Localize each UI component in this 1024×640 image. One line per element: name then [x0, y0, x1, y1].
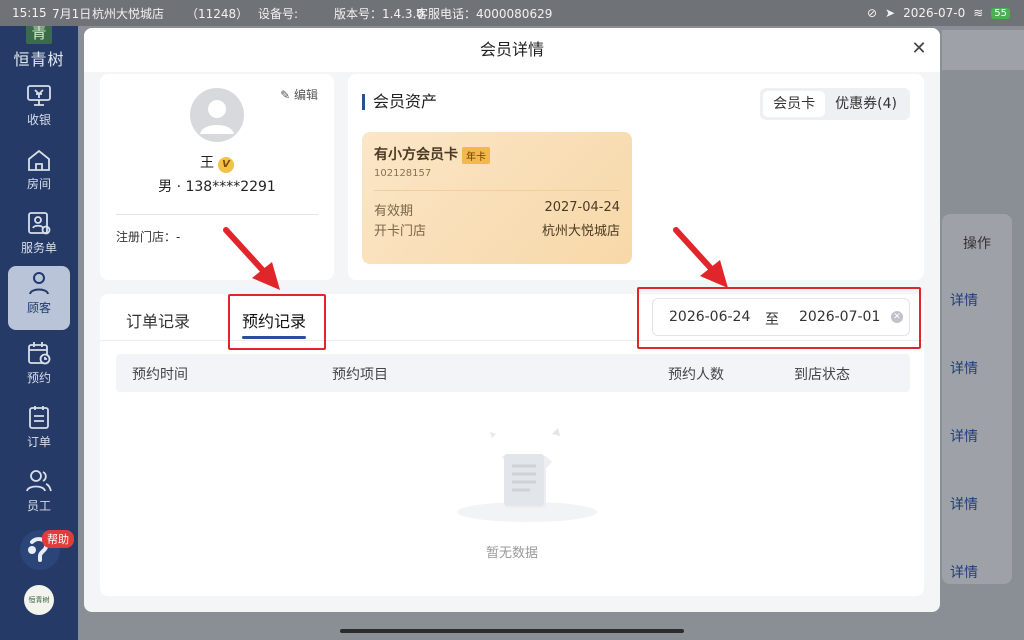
status-device: 设备号:: [258, 6, 299, 21]
status-time: 15:15: [12, 6, 47, 20]
assets-tab-switch: 会员卡 优惠券(4): [760, 88, 910, 120]
modal-title: 会员详情: [84, 28, 940, 72]
help-badge[interactable]: 帮助: [42, 530, 74, 548]
sidebar: 青 恒青树 收银 房间 服务单 顾客 预约 订单 员工 帮助 恒青树: [0, 0, 78, 640]
member-gender-phone: 男 · 138****2291: [158, 179, 276, 195]
background-detail-link[interactable]: 详情: [950, 290, 978, 310]
background-table-panel: [942, 214, 1012, 584]
customer-icon: [29, 272, 49, 295]
card-name: 有小方会员卡 年卡: [374, 144, 490, 164]
edit-button[interactable]: ✎ 编辑: [280, 86, 318, 103]
card-name-text: 有小方会员卡: [374, 147, 458, 163]
sidebar-item-label: 房间: [26, 177, 51, 191]
sidebar-item-label: 员工: [26, 499, 51, 513]
sidebar-item-label: 收银: [26, 113, 51, 127]
member-name: 王V: [100, 152, 334, 173]
location-icon: ➤: [885, 6, 896, 20]
app-thumb-label: 恒青树: [28, 596, 50, 604]
column-header: 预约时间: [132, 367, 188, 383]
divider: [116, 214, 318, 215]
edit-label: 编辑: [293, 88, 318, 102]
sidebar-item-cashier[interactable]: 收银: [8, 78, 70, 140]
status-date: 7月1日: [52, 6, 92, 21]
service-order-icon: [28, 212, 51, 235]
status-bar: 15:15 7月1日 杭州大悦城店 （11248） 设备号: 版本号：1.4.3…: [0, 0, 1024, 26]
table-header: 预约时间 预约项目 预约人数 到店状态: [116, 354, 910, 392]
staff-icon: [26, 470, 52, 492]
status-store-name: 杭州大悦城店: [92, 6, 165, 21]
sidebar-item-label: 订单: [26, 435, 51, 449]
vip-badge: V: [218, 157, 234, 173]
background-detail-link[interactable]: 详情: [950, 426, 978, 446]
column-header: 到店状态: [794, 367, 850, 383]
mute-icon: ⊘: [866, 6, 878, 20]
home-icon: [28, 149, 50, 171]
sidebar-item-staff[interactable]: 员工: [8, 464, 70, 526]
tab-coupons[interactable]: 优惠券(4): [825, 91, 907, 117]
member-assets-card: 会员资产 会员卡 优惠券(4) 有小方会员卡 年卡 102128157 有效期 2…: [348, 74, 924, 280]
app-logo-thumbnail[interactable]: 恒青树: [24, 585, 54, 615]
tab-member-card[interactable]: 会员卡: [763, 91, 826, 117]
empty-state-text: 暂无数据: [485, 546, 538, 561]
close-icon[interactable]: ✕: [908, 38, 930, 60]
annotation-arrow-left: [223, 227, 280, 290]
background-detail-link[interactable]: 详情: [950, 494, 978, 514]
status-phone: 客服电话：4000080629: [416, 6, 553, 21]
status-right: ⊘ ➤ 2026-07-0 ≋ 55: [867, 6, 1010, 20]
calendar-icon: [28, 342, 51, 365]
annotation-box-date-range: [637, 287, 921, 349]
column-header: 预约人数: [668, 367, 724, 383]
status-store-id: （11248）: [186, 6, 249, 21]
app-logo: 青 恒青树: [0, 22, 78, 70]
open-store-label: 开卡门店: [374, 224, 427, 239]
logo-name: 恒青树: [13, 50, 65, 69]
member-profile-card: ✎ 编辑 王V 男 · 138****2291 注册门店：-: [100, 74, 334, 280]
membership-card[interactable]: 有小方会员卡 年卡 102128157 有效期 2027-04-24 开卡门店 杭…: [362, 132, 632, 264]
registered-store: 注册门店：-: [116, 230, 181, 244]
sidebar-item-label: 服务单: [20, 241, 57, 255]
cashier-icon: [27, 85, 51, 106]
background-column-header: 操作: [963, 236, 991, 252]
order-icon: [29, 406, 49, 429]
background-detail-link[interactable]: 详情: [950, 562, 978, 582]
empty-state-icon: [457, 428, 597, 522]
status-datetime: 2026-07-0: [903, 6, 966, 20]
validity-value: 2027-04-24: [544, 200, 620, 215]
sidebar-item-customers[interactable]: 顾客: [8, 266, 70, 330]
background-header-block: [942, 30, 1024, 70]
avatar: [190, 88, 244, 142]
status-version: 版本号：1.4.3.0: [334, 6, 424, 21]
sidebar-item-label: 预约: [26, 371, 51, 385]
member-name-text: 王: [200, 155, 214, 171]
sidebar-item-rooms[interactable]: 房间: [8, 142, 70, 204]
sidebar-item-orders[interactable]: 订单: [8, 400, 70, 462]
card-divider: [374, 190, 620, 191]
wifi-icon: ≋: [973, 6, 984, 20]
assets-title: 会员资产: [362, 94, 437, 110]
home-indicator[interactable]: [340, 629, 684, 633]
validity-label: 有效期: [374, 204, 414, 219]
sidebar-item-reservations[interactable]: 预约: [8, 336, 70, 398]
battery-icon: 55: [991, 7, 1010, 19]
sidebar-item-service-orders[interactable]: 服务单: [8, 206, 70, 268]
avatar-placeholder-icon: [200, 100, 234, 134]
edit-icon: ✎: [280, 88, 291, 102]
annotation-box-reservation-tab: [228, 294, 326, 350]
annotation-arrow-right: [673, 227, 728, 288]
background-detail-link[interactable]: 详情: [950, 358, 978, 378]
open-store-value: 杭州大悦城店: [541, 224, 620, 239]
tab-order-records[interactable]: 订单记录: [126, 308, 190, 332]
card-number: 102128157: [374, 168, 432, 179]
column-header: 预约项目: [332, 367, 388, 383]
sidebar-item-label: 顾客: [26, 301, 51, 315]
card-type-tag: 年卡: [462, 146, 490, 164]
